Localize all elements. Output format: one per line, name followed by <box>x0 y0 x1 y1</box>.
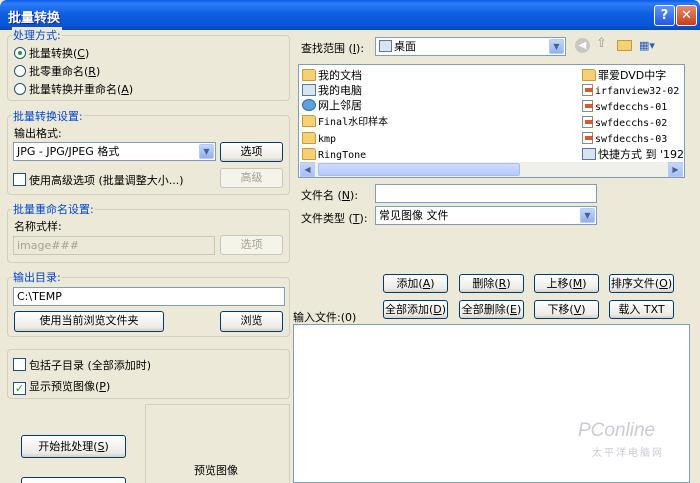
radio-indicator <box>14 83 26 95</box>
close-icon: ✕ <box>681 8 692 23</box>
filename-label: 文件名 (N): <box>301 189 359 202</box>
use-current-folder-button[interactable]: 使用当前浏览文件夹 <box>14 311 164 332</box>
rename-options-button[interactable]: 选项 <box>220 235 283 255</box>
folder-icon <box>582 69 596 81</box>
radio-batch-rename[interactable]: 批零重命名(R) <box>14 63 100 79</box>
new-folder-icon[interactable] <box>617 40 632 51</box>
back-icon[interactable]: ◀ <box>575 38 590 53</box>
folder-icon <box>302 148 316 160</box>
document-icon <box>582 100 593 112</box>
browse-button[interactable]: 浏览 <box>220 311 283 332</box>
output-path-input[interactable]: C:\TEMP <box>13 287 285 306</box>
input-files-list[interactable] <box>293 324 690 483</box>
watermark-logo: PConline <box>578 420 656 441</box>
help-button[interactable]: ? <box>654 5 675 26</box>
list-item[interactable]: swfdecchs-01 <box>582 99 667 114</box>
document-icon <box>582 84 593 96</box>
title-bar: 批量转换 ? ✕ <box>0 0 700 30</box>
name-pattern-input[interactable]: image### <box>13 236 215 255</box>
radio-convert-and-rename[interactable]: 批量转换并重命名(A) <box>14 81 133 97</box>
list-item[interactable]: 网上邻居 <box>302 98 362 113</box>
help-icon: ? <box>660 8 669 23</box>
add-all-button[interactable]: 全部添加(D) <box>383 300 448 319</box>
list-item[interactable]: 快捷方式 到 '192 <box>582 147 684 162</box>
checkbox-box <box>13 358 26 371</box>
up-folder-icon[interactable]: ⇧ <box>596 36 611 53</box>
computer-icon <box>302 84 316 96</box>
checkbox-box <box>13 173 26 186</box>
mode-group-label: 处理方式: <box>12 27 62 43</box>
radio-batch-convert[interactable]: 批量转换(C) <box>14 45 89 61</box>
network-icon <box>302 99 316 111</box>
convert-group-label: 批量转换设置: <box>12 108 84 124</box>
watermark-subtitle: 太平洋电脑网 <box>592 448 664 459</box>
output-format-label: 输出格式: <box>14 127 62 140</box>
list-item[interactable]: irfanview32-02 <box>582 83 679 98</box>
move-up-button[interactable]: 上移(M) <box>534 274 599 293</box>
list-item[interactable]: 我的电脑 <box>302 83 362 98</box>
window-title: 批量转换 <box>8 11 61 26</box>
show-preview-checkbox[interactable]: ✓ 显示预览图像(P) <box>13 378 110 395</box>
document-icon <box>582 132 593 144</box>
output-format-select[interactable]: JPG - JPG/JPEG 格式 ▼ <box>13 142 216 161</box>
view-menu-icon[interactable]: ▦▾ <box>639 39 660 53</box>
add-button[interactable]: 添加(A) <box>383 274 448 293</box>
look-in-select[interactable]: 桌面 ▼ <box>375 37 566 56</box>
file-list[interactable]: 我的文档 我的电脑 网上邻居 Final水印样本 kmp RingTone 罪爱… <box>298 64 685 178</box>
chevron-down-icon: ▼ <box>199 144 214 159</box>
document-icon <box>582 116 593 128</box>
close-button[interactable]: ✕ <box>676 5 697 26</box>
scroll-left-icon[interactable]: ◀ <box>300 162 315 177</box>
chevron-down-icon: ▼ <box>549 39 564 54</box>
name-pattern-label: 名称式样: <box>14 220 62 233</box>
format-options-button[interactable]: 选项 <box>220 142 283 162</box>
filetype-select[interactable]: 常见图像 文件 ▼ <box>375 206 597 225</box>
list-item[interactable]: Final水印样本 <box>302 114 388 129</box>
horizontal-scrollbar[interactable]: ◀ ▶ <box>300 162 683 177</box>
load-txt-button[interactable]: 载入 TXT <box>609 300 674 319</box>
chevron-down-icon: ▼ <box>580 208 595 223</box>
checkmark-icon: ✓ <box>13 382 26 395</box>
start-batch-button[interactable]: 开始批处理(S) <box>21 435 126 458</box>
radio-indicator <box>14 65 26 77</box>
include-subdirs-checkbox[interactable]: 包括子目录 (全部添加时) <box>13 357 151 373</box>
remove-button[interactable]: 删除(R) <box>459 274 524 293</box>
shortcut-icon <box>582 148 596 160</box>
filetype-label: 文件类型 (T): <box>301 212 368 225</box>
list-item[interactable]: swfdecchs-02 <box>582 115 667 130</box>
sort-files-button[interactable]: 排序文件(O) <box>609 274 674 293</box>
advanced-button[interactable]: 高级 <box>220 168 283 188</box>
remove-all-button[interactable]: 全部删除(E) <box>459 300 524 319</box>
output-group-label: 输出目录: <box>12 269 62 285</box>
scroll-right-icon[interactable]: ▶ <box>668 162 683 177</box>
move-down-button[interactable]: 下移(V) <box>534 300 599 319</box>
scroll-thumb[interactable] <box>318 163 520 176</box>
rename-group-label: 批量重命名设置: <box>12 201 95 217</box>
folder-icon <box>302 69 316 81</box>
secondary-button[interactable] <box>21 477 126 483</box>
list-item[interactable]: RingTone <box>302 147 366 162</box>
folder-icon <box>302 115 316 127</box>
desktop-icon <box>379 40 392 52</box>
list-item[interactable]: 我的文档 <box>302 68 362 83</box>
input-files-label: 输入文件:(0) <box>293 311 357 324</box>
list-item[interactable]: 罪爱DVD中字 <box>582 68 666 83</box>
radio-indicator <box>14 47 26 59</box>
list-item[interactable]: swfdecchs-03 <box>582 131 667 146</box>
list-item[interactable]: kmp <box>302 131 336 146</box>
look-in-label: 查找范围 (I): <box>301 42 365 55</box>
preview-label: 预览图像 <box>194 464 238 477</box>
folder-icon <box>302 132 316 144</box>
advanced-options-checkbox[interactable]: 使用高级选项 (批量调整大小...) <box>13 172 184 188</box>
filename-input[interactable] <box>375 184 597 203</box>
